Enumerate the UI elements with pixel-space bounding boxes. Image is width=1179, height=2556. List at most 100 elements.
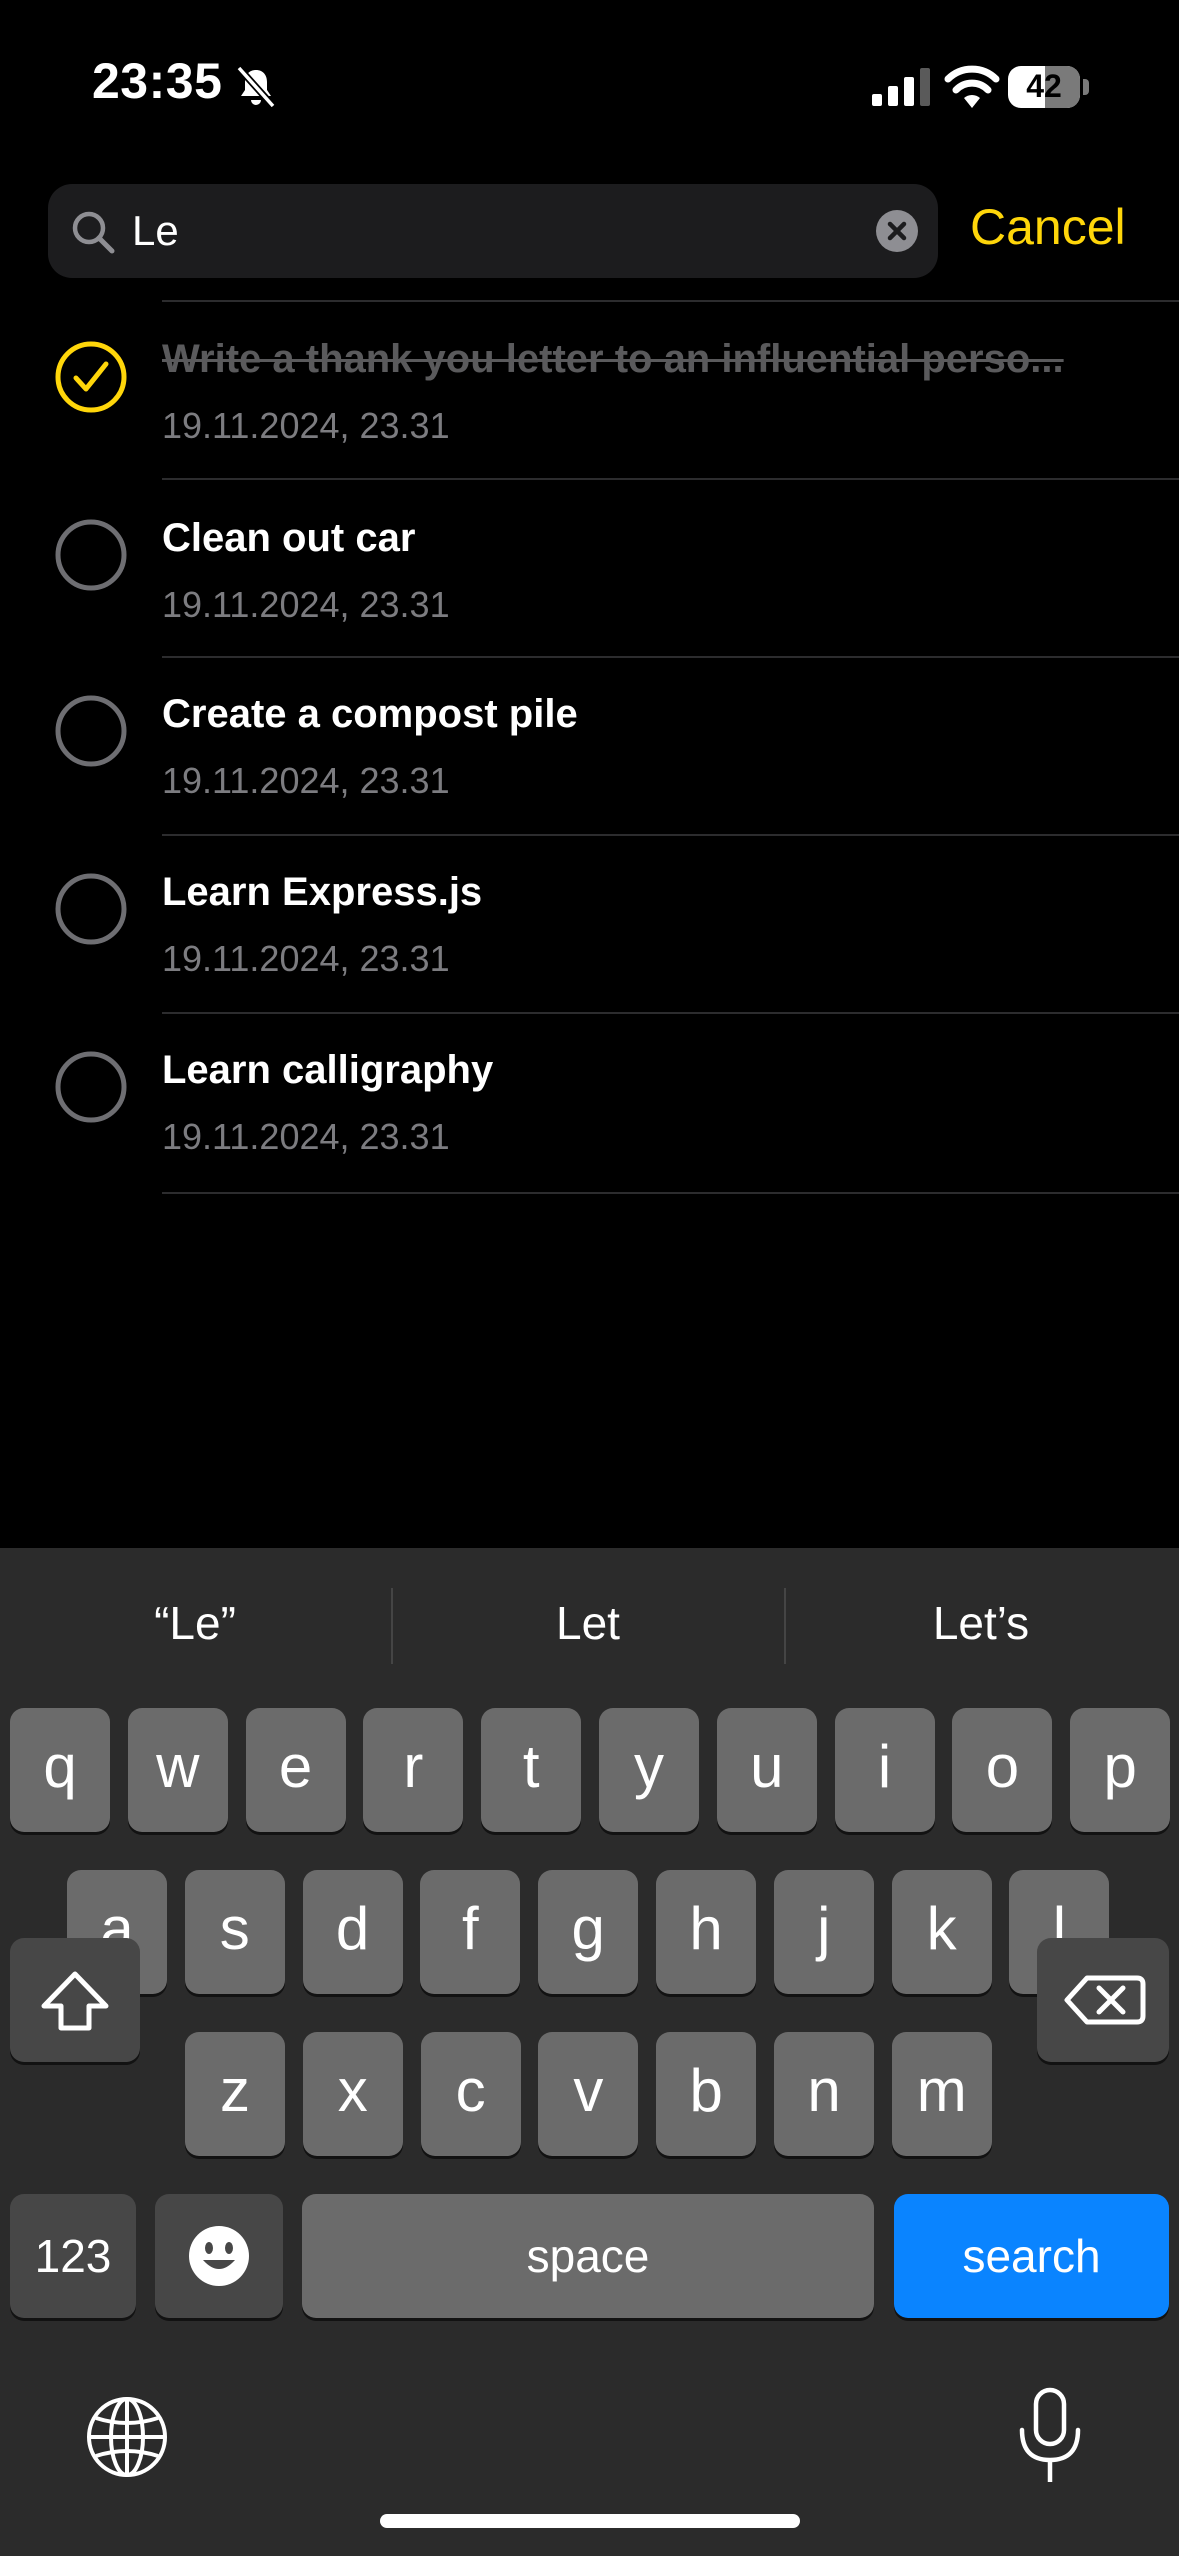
key-label: u [750,1733,784,1800]
search-icon [72,211,115,254]
delete-icon [1064,1975,1146,2025]
delete-key[interactable] [1037,1938,1169,2062]
battery-icon: 42 [1008,66,1089,108]
shift-key[interactable] [10,1938,140,2062]
task-date: 19.11.2024, 23.31 [162,584,450,625]
list-item[interactable]: Clean out car 19.11.2024, 23.31 [0,480,1179,658]
key-u[interactable]: u [716,1708,817,1832]
search-key-label: search [962,2230,1101,2282]
cancel-button[interactable]: Cancel [970,198,1126,256]
clear-icon[interactable] [876,210,918,252]
key-f[interactable]: f [420,1870,521,1994]
space-key[interactable]: space [302,2194,874,2318]
key-label: s [219,1895,250,1962]
key-label: o [985,1733,1020,1800]
key-label: r [403,1733,424,1800]
task-title: Create a compost pile [162,692,578,736]
key-label: c [455,2057,486,2124]
key-b[interactable]: b [656,2032,757,2156]
key-y[interactable]: y [599,1708,699,1832]
task-date: 19.11.2024, 23.31 [162,405,450,446]
key-t[interactable]: t [481,1708,582,1832]
list-item[interactable]: Learn Express.js 19.11.2024, 23.31 [0,836,1179,1014]
battery-level: 42 [1026,68,1062,104]
list-item[interactable]: Write a thank you letter to an influenti… [0,300,1179,480]
key-label: m [916,2057,967,2124]
key-w[interactable]: w [127,1708,228,1832]
key-r[interactable]: r [363,1708,464,1832]
key-label: k [926,1895,957,1962]
key-label: p [1103,1733,1137,1800]
key-g[interactable]: g [538,1870,639,1994]
wifi-icon [944,65,1000,108]
list-item[interactable]: Create a compost pile 19.11.2024, 23.31 [0,658,1179,836]
empty-circle-icon[interactable] [54,518,128,592]
emoji-icon [189,2226,249,2286]
key-k[interactable]: k [891,1870,992,1994]
key-x[interactable]: x [302,2032,403,2156]
key-label: n [807,2057,841,2124]
key-label: v [573,2057,604,2124]
key-label: y [634,1733,664,1800]
key-n[interactable]: n [774,2032,874,2156]
list-item[interactable]: Learn calligraphy 19.11.2024, 23.31 [0,1014,1179,1194]
shift-icon [41,1971,109,2031]
list-divider [162,1192,1179,1194]
key-label: e [278,1733,313,1800]
bell-slash-icon [236,65,276,109]
key-label: x [337,2057,368,2124]
home-indicator[interactable] [380,2514,800,2528]
numbers-key[interactable]: 123 [10,2194,136,2318]
empty-circle-icon[interactable] [54,694,128,768]
key-z[interactable]: z [185,2032,285,2156]
cellular-signal-icon [872,68,930,106]
key-label: b [689,2057,723,2124]
key-d[interactable]: d [302,1870,403,1994]
key-h[interactable]: h [656,1870,756,1994]
task-title: Learn calligraphy [162,1048,494,1092]
search-input[interactable] [132,202,892,260]
suggestion-item[interactable]: Let [393,1596,783,1650]
numbers-key-label: 123 [34,2230,112,2282]
key-v[interactable]: v [538,2032,639,2156]
key-o[interactable]: o [952,1708,1053,1832]
key-label: h [689,1895,723,1962]
checkmark-circle-icon[interactable] [54,340,128,414]
task-title: Write a thank you letter to an influenti… [162,337,1064,381]
task-date: 19.11.2024, 23.31 [162,938,450,979]
task-title: Clean out car [162,516,416,560]
empty-circle-icon[interactable] [54,872,128,946]
key-label: g [571,1895,605,1962]
key-e[interactable]: e [245,1708,346,1832]
space-key-label: space [526,2230,650,2282]
key-label: f [462,1895,479,1962]
microphone-icon[interactable] [1010,2386,1090,2486]
globe-icon[interactable] [84,2394,170,2480]
key-label: w [156,1733,200,1800]
key-s[interactable]: s [184,1870,285,1994]
emoji-key[interactable] [155,2194,283,2318]
key-j[interactable]: j [773,1870,874,1994]
task-title: Learn Express.js [162,870,483,914]
key-i[interactable]: i [834,1708,935,1832]
key-label: z [220,2057,250,2124]
status-time: 23:35 [92,53,223,109]
key-p[interactable]: p [1070,1708,1171,1832]
key-q[interactable]: q [10,1708,110,1832]
key-m[interactable]: m [891,2032,992,2156]
keyboard: “Le” Let Let’s qwertyuiop asdfghjkl zxcv… [0,1548,1179,2556]
suggestion-item[interactable]: “Le” [0,1596,390,1650]
status-bar: 23:35 42 [0,0,1179,175]
search-field[interactable] [48,184,938,278]
key-label: d [335,1895,370,1962]
empty-circle-icon[interactable] [54,1050,128,1124]
task-date: 19.11.2024, 23.31 [162,1116,450,1157]
suggestion-bar: “Le” Let Let’s [0,1548,1179,1698]
suggestion-item[interactable]: Let’s [786,1596,1176,1650]
task-date: 19.11.2024, 23.31 [162,760,450,801]
key-c[interactable]: c [420,2032,521,2156]
task-list: Write a thank you letter to an influenti… [0,300,1179,1194]
key-label: i [877,1733,892,1800]
key-label: j [817,1895,831,1962]
search-key[interactable]: search [894,2194,1169,2318]
